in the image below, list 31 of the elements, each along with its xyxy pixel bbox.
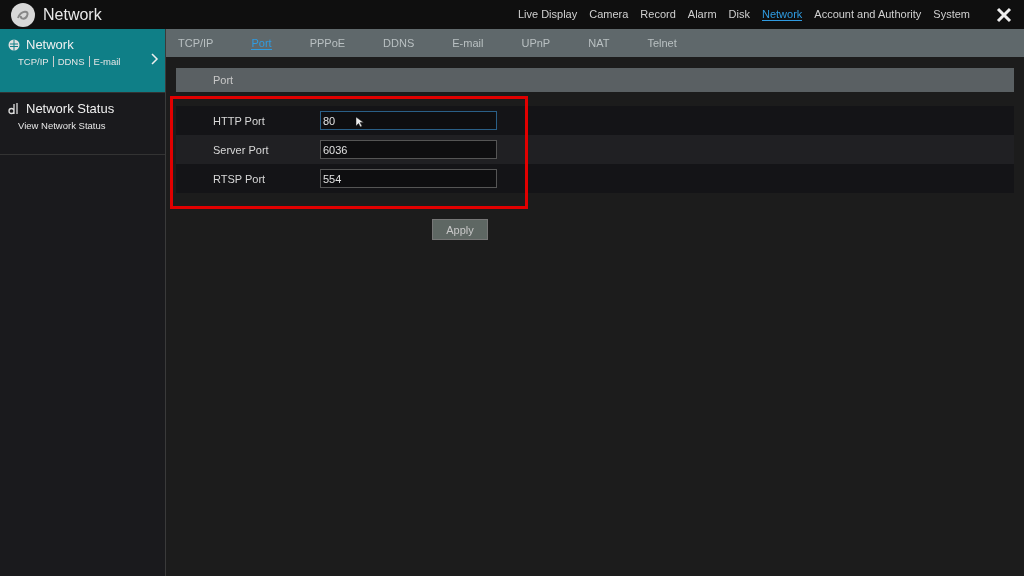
menu-item[interactable]: Live Display — [517, 8, 578, 21]
close-icon[interactable] — [996, 6, 1012, 23]
sidebar-subitem: View Network Status — [18, 120, 107, 131]
window-title: Network — [43, 5, 102, 24]
menu-item[interactable]: Camera — [589, 8, 629, 21]
sidebar-item-title: Network Status — [26, 101, 115, 116]
globe-icon — [8, 38, 20, 51]
input-field[interactable]: 554 — [320, 169, 497, 188]
sidebar-subitem: TCP/IP — [18, 56, 50, 67]
section-header: Port — [176, 68, 1014, 92]
field-label: HTTP Port — [213, 114, 266, 127]
menu-item[interactable]: Record — [640, 8, 676, 21]
sidebar-subitem: DDNS — [52, 56, 89, 67]
sidebar-item-title: Network — [26, 37, 74, 52]
input-field[interactable]: 80 — [320, 111, 497, 130]
menu-item[interactable]: System — [933, 8, 970, 21]
logo-icon — [10, 1, 36, 28]
field-label: Server Port — [213, 143, 270, 156]
input-field[interactable]: 6036 — [320, 140, 497, 159]
apply-button[interactable]: Apply — [432, 219, 488, 240]
cursor-icon — [356, 117, 364, 127]
menu-item[interactable]: Disk — [728, 8, 750, 21]
sidebar-item[interactable]: Network TCP/IP DDNS E-mail — [0, 29, 165, 93]
chevron-icon — [151, 53, 159, 65]
sidebar-item[interactable]: Network Status View Network Status — [0, 93, 165, 155]
signal-icon — [8, 102, 20, 115]
field-label: RTSP Port — [213, 172, 267, 185]
sidebar-subitem: E-mail — [88, 56, 125, 67]
menu-item[interactable]: Alarm — [687, 8, 717, 21]
menu-item[interactable]: Account and Authority — [814, 8, 922, 21]
menu-item[interactable]: Network — [761, 8, 803, 21]
